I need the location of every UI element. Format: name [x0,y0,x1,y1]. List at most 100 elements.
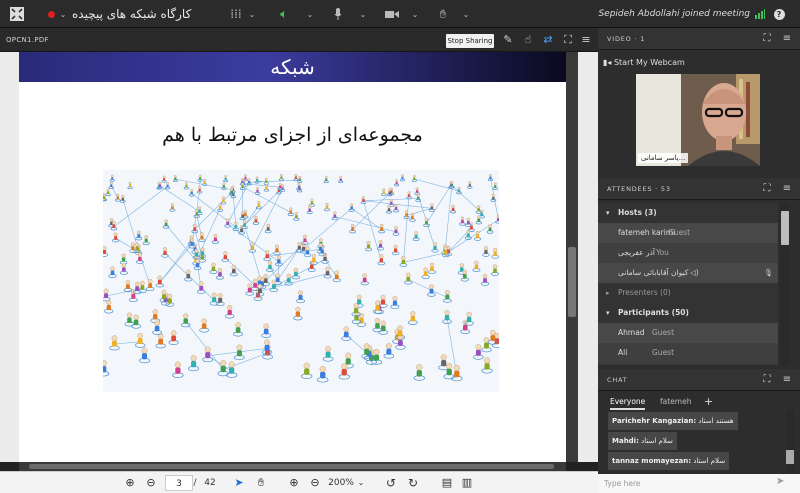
network-node [196,281,206,294]
zoom-level[interactable]: 200% [326,475,356,491]
camera-icon[interactable] [384,0,400,28]
hosts-group[interactable]: ▾ Hosts (3) [598,203,778,223]
network-node [376,240,385,251]
network-node [482,246,490,257]
network-node [100,246,109,257]
network-node [169,203,176,212]
network-node [273,244,281,256]
add-chat-tab-button[interactable]: + [704,394,713,410]
microphone-icon[interactable] [331,0,345,28]
fit-screen-icon[interactable]: ⛶ [560,32,576,48]
chevron-down-icon[interactable]: ⌄ [58,0,68,28]
network-node [139,347,150,364]
rotate-left-icon[interactable]: ↺ [384,475,398,491]
attendee-list: ▾ Hosts (3) fatemeh karimi Guest آذر عفر… [598,203,778,365]
next-page-icon[interactable]: ⊖ [143,475,159,491]
network-node [322,346,334,362]
network-node [390,295,400,309]
pen-icon[interactable]: ✎ [500,32,516,48]
chevron-down-icon[interactable]: ⌄ [358,0,368,28]
pointer-icon[interactable]: ➤ [232,475,246,491]
tab-everyone[interactable]: Everyone [610,394,646,410]
network-node [487,174,493,182]
list-item[interactable]: Ali Guest [598,343,778,363]
chat-scrollbar[interactable] [786,410,794,472]
pod-menu-icon[interactable]: ≡ [578,32,594,48]
network-node [101,288,111,302]
chevron-down-icon: ▾ [606,209,610,217]
signal-icon [754,0,766,28]
fit-screen-icon[interactable]: ⛶ [760,372,774,388]
network-node [215,267,225,280]
attendees-pod-header: ATTENDEES · 53 ⛶ ≡ [598,178,800,200]
horizontal-scrollbar[interactable] [19,462,566,471]
chevron-down-icon[interactable]: ⌄ [461,0,471,28]
fit-width-icon[interactable]: ▥ [460,475,474,491]
tab-fatemeh[interactable]: fatemeh [660,394,691,410]
attendees-pod-title: ATTENDEES · 53 [607,185,671,193]
network-node [105,188,111,197]
network-node [124,312,135,327]
network-node [301,362,313,379]
pod-menu-icon[interactable]: ≡ [780,372,794,388]
help-icon[interactable]: ? [772,0,786,28]
network-node [245,283,255,296]
stop-sharing-button[interactable]: Stop Sharing [446,34,494,48]
network-node [112,232,120,243]
network-node [421,267,430,279]
network-node [263,250,271,261]
chat-input[interactable]: Type here [598,474,800,493]
network-node [209,262,218,274]
vertical-scrollbar[interactable] [566,52,578,462]
send-icon[interactable]: ➤ [776,476,784,487]
participants-group[interactable]: ▾ Participants (50) [598,303,778,323]
document-toolbar: ⊕ ⊖ 3 / 42 ➤ ✋︎ ⊕ ⊖ 200% ⌄ ↺ ↻ ▤ ▥ [0,471,598,493]
hand-pointer-icon[interactable]: ☝︎ [520,32,536,48]
list-item[interactable]: fatemeh karimi Guest [598,223,778,243]
chevron-down-icon[interactable]: ⌄ [410,0,420,28]
raise-hand-icon[interactable]: ✋︎ [435,0,451,28]
pod-menu-icon[interactable]: ≡ [780,181,794,197]
zoom-in-icon[interactable]: ⊕ [287,475,301,491]
network-node [261,323,272,338]
presenters-group[interactable]: ▸ Presenters (0) [598,283,778,303]
network-node [414,187,420,195]
network-node [341,326,352,341]
fit-screen-icon[interactable]: ⛶ [760,31,774,47]
sync-icon[interactable]: ⇄ [540,32,556,48]
zoom-out-icon[interactable]: ⊖ [308,475,322,491]
network-node [296,290,305,304]
network-node [338,363,350,380]
network-node [180,313,191,328]
network-node [381,188,387,196]
start-webcam-button[interactable]: ▮◂ Start My Webcam [603,56,685,70]
camera-icon: ▮◂ [603,58,612,67]
list-item[interactable]: آذر عفریجی You [598,243,778,263]
slide-page: شبکه مجموعه‌ای از اجزای مرتبط با هم [19,52,566,462]
chevron-down-icon[interactable]: ⌄ [247,0,257,28]
list-item[interactable]: کیوان آقابابائی سامانی ◁) 🎙︎ [598,263,778,283]
speaker-icon[interactable]: 🔈︎ [276,0,292,28]
pan-hand-icon[interactable]: ✋︎ [254,475,268,491]
network-node [360,273,369,286]
pod-menu-icon[interactable]: ≡ [780,31,794,47]
network-node [428,203,435,212]
network-node [323,266,332,279]
fit-page-icon[interactable]: ▤ [440,475,454,491]
network-node [321,252,329,264]
record-icon[interactable] [44,0,58,28]
presenter-name: ...یاسر سامانی [638,153,689,163]
speaking-icon: ◁) [690,268,699,277]
attendee-scrollbar[interactable] [780,203,790,365]
network-node [123,279,133,293]
network-node [399,255,408,267]
page-number-input[interactable]: 3 [165,475,193,491]
rotate-right-icon[interactable]: ↻ [406,475,420,491]
fit-screen-icon[interactable]: ⛶ [760,181,774,197]
prev-page-icon[interactable]: ⊕ [122,475,138,491]
grid-icon[interactable]: ⁞⁞⁞ [228,0,244,28]
fullscreen-icon[interactable] [6,0,28,28]
list-item[interactable]: Ahmad Guest [598,323,778,343]
chevron-down-icon[interactable]: ⌄ [356,475,366,491]
chevron-down-icon[interactable]: ⌄ [305,0,315,28]
